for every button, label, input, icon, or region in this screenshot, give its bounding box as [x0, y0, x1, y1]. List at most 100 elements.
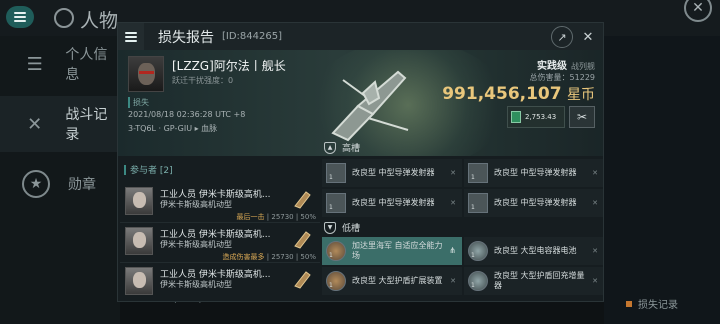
isk-loss-value: 991,456,107 星币: [442, 84, 595, 104]
participant-ship-icon: [294, 231, 311, 249]
module-qty: 1: [471, 204, 475, 211]
participant-row[interactable]: 工业人员 伊米卡斯级高机... 伊米卡斯级高机动型 最后一击 | 25730 |…: [120, 183, 320, 223]
module-slot[interactable]: 1 改良型 中型导弹发射器 ✕: [464, 159, 603, 187]
module-name: 改良型 中型导弹发射器: [494, 168, 577, 177]
fitting-tools-icon[interactable]: ✂: [569, 106, 595, 128]
participant-ship: 伊米卡斯级高机动型: [160, 200, 232, 209]
loss-record-link[interactable]: 损失记录: [626, 296, 678, 311]
shield-icon: ▲: [324, 141, 336, 154]
module-name: 改良型 中型导弹发射器: [494, 198, 577, 207]
sidebar-item-label: 个人信息: [65, 47, 108, 83]
low-slot-row: 1 改良型 大型护盾扩展装置 ✕ 1 改良型 大型护盾回充增量器 ✕: [322, 267, 603, 295]
participant-avatar[interactable]: [125, 267, 153, 295]
sidebar: ☰ 个人信息 ✕ 战斗记录 ★ 勋章: [0, 36, 120, 324]
high-slot-row: 1 改良型 中型导弹发射器 ✕ 1 改良型 中型导弹发射器 ✕: [322, 189, 603, 217]
ship-image: [331, 70, 409, 142]
warp-disrupt-strength: 跃迁干扰强度：0: [172, 76, 234, 85]
module-qty: 1: [471, 174, 475, 181]
close-icon: ✕: [450, 277, 456, 285]
module-name: 改良型 中型导弹发射器: [352, 168, 435, 177]
low-slots-label: 低槽: [342, 224, 361, 234]
participant-damage: 25730 | 50%: [271, 253, 316, 261]
close-icon: ✕: [450, 199, 456, 207]
victim-portrait[interactable]: [128, 56, 164, 92]
main-menu-button[interactable]: [6, 6, 34, 28]
victim-name[interactable]: [LZZG]阿尔法丨舰长: [172, 57, 286, 74]
high-slots-header: ▲ 高槽: [324, 141, 360, 154]
sidebar-item-profile[interactable]: ☰ 个人信息: [0, 36, 120, 92]
kill-location[interactable]: 3-TQ6L · GP-GIU ▸ 血脉: [128, 123, 217, 134]
menu-icon: [125, 31, 137, 42]
participant-note: 最后一击: [236, 213, 265, 221]
close-icon[interactable]: ✕: [577, 26, 599, 48]
loss-record-icon: [626, 300, 632, 307]
capacitor-battery-icon: 1: [468, 241, 488, 261]
module-name: 改良型 大型护盾扩展装置: [352, 276, 443, 285]
module-qty: 1: [329, 252, 333, 259]
report-id: [ID:844265]: [222, 31, 282, 42]
sidebar-item-label: 勋章: [68, 177, 96, 193]
missile-launcher-icon: 1: [326, 193, 346, 213]
loss-report-dialog: 损失报告 [ID:844265] ↗ ✕ [LZZG]阿尔法丨舰长 跃迁干扰强度…: [117, 22, 604, 302]
module-slot[interactable]: 1 加达里海军 自适应全能力场 ⋔: [322, 237, 462, 265]
sidebar-item-combat-record[interactable]: ✕ 战斗记录: [0, 96, 120, 152]
participants-header: 参与者 [2]: [124, 163, 173, 176]
dialog-header: 损失报告 [ID:844265] ↗ ✕: [118, 23, 603, 50]
dialog-menu-button[interactable]: [118, 23, 144, 50]
module-qty: 1: [471, 252, 475, 259]
cargo-icon: [511, 111, 521, 123]
low-slots-header: ▼ 低槽: [324, 221, 360, 234]
participant-stats: 造成伤害最多 | 25730 | 50%: [222, 253, 316, 261]
drag-handle-icon[interactable]: ⋔: [449, 246, 456, 255]
participants-list: 工业人员 伊米卡斯级高机... 伊米卡斯级高机动型 最后一击 | 25730 |…: [120, 183, 320, 301]
shield-icon: ▼: [324, 221, 336, 234]
ship-type: 战列舰: [571, 62, 595, 71]
participant-avatar[interactable]: [125, 187, 153, 215]
high-slot-row: 1 改良型 中型导弹发射器 ✕ 1 改良型 中型导弹发射器 ✕: [322, 159, 603, 187]
module-name: 改良型 大型护盾回充增量器: [494, 271, 585, 290]
module-name: 改良型 大型电容器电池: [494, 246, 577, 255]
module-slot[interactable]: 1 改良型 中型导弹发射器 ✕: [322, 189, 462, 217]
module-slot[interactable]: 1 改良型 大型电容器电池 ✕: [464, 237, 603, 265]
close-icon: ✕: [450, 169, 456, 177]
module-qty: 1: [329, 174, 333, 181]
isk-unit: 星币: [567, 87, 595, 103]
close-icon: ✕: [592, 199, 598, 207]
shield-extender-icon: 1: [326, 271, 346, 291]
participant-ship: 伊米卡斯级高机动型: [160, 240, 232, 249]
module-slot[interactable]: 1 改良型 中型导弹发射器 ✕: [464, 189, 603, 217]
module-name: 加达里海军 自适应全能力场: [352, 241, 443, 260]
participant-ship-icon: [294, 271, 311, 289]
participant-note: 造成伤害最多: [222, 253, 265, 261]
participant-avatar[interactable]: [125, 227, 153, 255]
shield-recharger-icon: 1: [468, 271, 488, 291]
participant-row[interactable]: 工业人员 伊米卡斯级高机... 伊米卡斯级高机动型: [120, 263, 320, 301]
module-qty: 1: [329, 204, 333, 211]
missile-launcher-icon: 1: [468, 163, 488, 183]
close-icon[interactable]: ✕: [684, 0, 712, 22]
module-slot[interactable]: 1 改良型 大型护盾回充增量器 ✕: [464, 267, 603, 295]
participant-ship: 伊米卡斯级高机动型: [160, 280, 232, 289]
module-slot[interactable]: 1 改良型 中型导弹发射器 ✕: [322, 159, 462, 187]
total-damage: 总伤害量：51229: [529, 73, 595, 82]
participant-damage: 25730 | 50%: [271, 213, 316, 221]
sidebar-item-medals[interactable]: ★ 勋章: [0, 156, 120, 212]
low-slot-row: 1 加达里海军 自适应全能力场 ⋔ 1 改良型 大型电容器电池 ✕: [322, 237, 603, 265]
share-icon[interactable]: ↗: [551, 26, 573, 48]
list-icon: ☰: [26, 53, 43, 75]
missile-launcher-icon: 1: [468, 193, 488, 213]
isk-amount: 991,456,107: [442, 84, 562, 104]
cargo-value: 2,753.43: [525, 113, 557, 121]
module-slot[interactable]: 1 改良型 大型护盾扩展装置 ✕: [322, 267, 462, 295]
module-qty: 1: [471, 282, 475, 289]
sidebar-item-label: 战斗记录: [65, 107, 108, 143]
participant-row[interactable]: 工业人员 伊米卡斯级高机... 伊米卡斯级高机动型 造成伤害最多 | 25730…: [120, 223, 320, 263]
close-icon: ✕: [592, 169, 598, 177]
loss-record-label: 损失记录: [638, 300, 678, 311]
ship-class-name: 实践级: [537, 61, 567, 72]
participant-ship-icon: [294, 191, 311, 209]
close-icon: ✕: [592, 247, 598, 255]
cargo-value-box[interactable]: 2,753.43: [507, 106, 565, 128]
module-name: 改良型 中型导弹发射器: [352, 198, 435, 207]
module-qty: 1: [329, 282, 333, 289]
